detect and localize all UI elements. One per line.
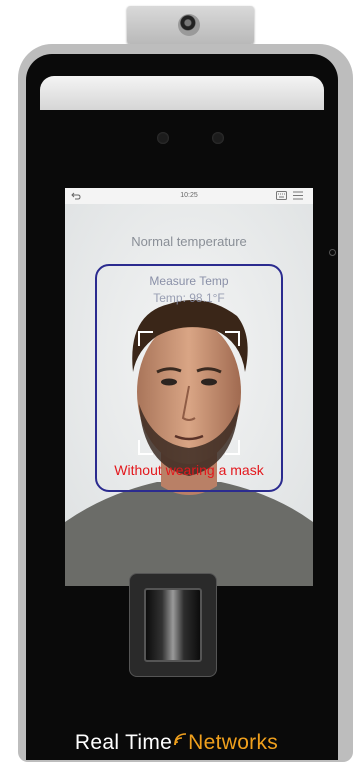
brand-logo: Real Time Networks: [0, 731, 353, 755]
brand-name-part1: Real Time: [74, 731, 173, 754]
status-bar: 10:25: [65, 188, 313, 204]
thermal-camera-module: [127, 6, 254, 44]
measure-temp-label: Measure Temp: [149, 274, 229, 288]
fingerprint-sensor-icon: [144, 588, 202, 662]
fingerprint-reader[interactable]: [129, 573, 217, 677]
keyboard-icon[interactable]: [276, 191, 287, 200]
indicator-dot: [329, 249, 336, 256]
signal-icon: [174, 733, 187, 746]
menu-icon[interactable]: [293, 191, 303, 200]
temperature-reading: Temp: 98.1°F: [153, 291, 225, 305]
ir-camera-right-icon: [212, 132, 224, 144]
light-strip: [40, 76, 324, 110]
ir-camera-left-icon: [157, 132, 169, 144]
mask-alert-text: Without wearing a mask: [114, 462, 264, 478]
display-screen: 10:25 Normal temperature Measure Temp Te…: [65, 188, 313, 586]
temperature-status-text: Normal temperature: [131, 234, 247, 249]
brand-name-part2: Networks: [188, 731, 279, 754]
camera-lens-icon: [178, 14, 200, 36]
